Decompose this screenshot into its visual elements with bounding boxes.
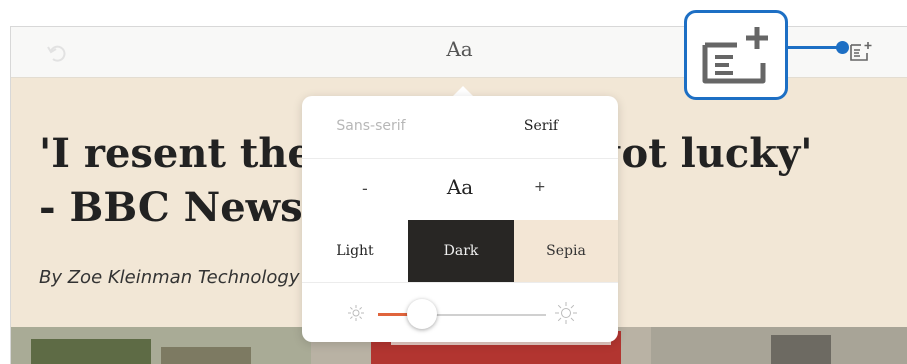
callout-highlight (684, 10, 788, 100)
brightness-slider-thumb[interactable] (406, 299, 437, 329)
theme-light-button[interactable]: Light (302, 220, 408, 282)
font-selector: Sans-serif Serif (302, 96, 618, 158)
font-option-sans-serif[interactable]: Sans-serif (302, 118, 450, 134)
brightness-high-icon (555, 302, 577, 324)
add-to-reading-list-icon[interactable] (849, 40, 875, 62)
theme-sepia-button[interactable]: Sepia (514, 220, 618, 282)
callout-connector (788, 46, 840, 49)
font-option-serif[interactable]: Serif (462, 118, 618, 134)
headline-line-2: - BBC News (39, 184, 303, 231)
font-size-controls: - Aa + (302, 158, 618, 221)
brightness-low-icon (348, 305, 364, 321)
brightness-control (302, 282, 618, 342)
callout-dot (836, 41, 849, 54)
theme-selector: Light Dark Sepia (302, 220, 618, 282)
increase-font-size-button[interactable]: + (534, 179, 546, 195)
add-to-reading-list-icon-magnified (702, 27, 768, 84)
theme-dark-button[interactable]: Dark (408, 220, 514, 282)
font-size-label: Aa (446, 175, 474, 199)
text-settings-popover: Sans-serif Serif - Aa + Light Dark Sepia (302, 96, 618, 342)
